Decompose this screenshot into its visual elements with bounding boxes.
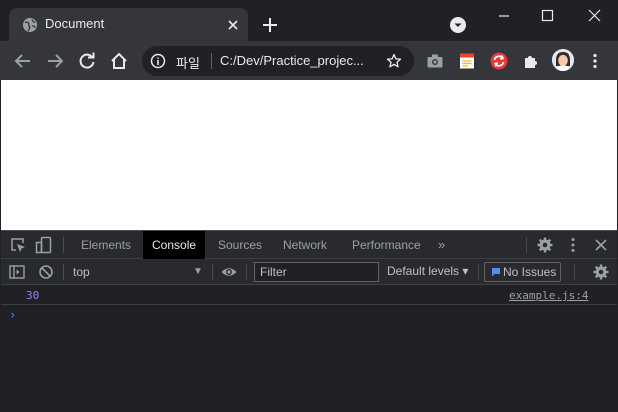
devtools-tab-bar: Elements Console Sources Network Perform… [1, 231, 617, 259]
address-bar[interactable]: 파일 C:/Dev/Practice_projec... [142, 46, 414, 76]
tab-divider [63, 237, 64, 253]
window-close-icon[interactable] [579, 4, 609, 26]
sidebar-toggle-icon[interactable] [8, 263, 26, 281]
more-tabs-button[interactable]: » [438, 237, 445, 252]
tab-divider [526, 237, 527, 253]
context-value: top [73, 265, 90, 279]
browser-window: Document 파일 C:/Dev/Practice_projec... El… [0, 0, 618, 412]
sync-extension-icon[interactable] [490, 52, 508, 70]
device-toolbar-icon[interactable] [35, 236, 53, 254]
toolbar-divider [246, 264, 247, 280]
plus-icon[interactable] [260, 15, 280, 35]
clear-console-icon[interactable] [37, 263, 55, 281]
tab-console[interactable]: Console [143, 231, 206, 259]
context-selector[interactable]: top ▼ [67, 263, 207, 281]
url-text[interactable]: C:/Dev/Practice_projec... [220, 53, 378, 68]
address-divider [211, 53, 212, 69]
console-prompt[interactable]: › [1, 305, 617, 327]
issues-button[interactable]: No Issues [484, 262, 561, 282]
console-log-row: 30 example.js:4 [1, 285, 617, 305]
devtools-panel: Elements Console Sources Network Perform… [1, 230, 617, 412]
issues-label: No Issues [503, 265, 557, 279]
tab-performance[interactable]: Performance [343, 231, 430, 259]
tab-title: Document [45, 16, 105, 31]
avatar[interactable] [552, 49, 574, 71]
note-icon[interactable] [458, 52, 476, 70]
log-levels-dropdown[interactable]: Default levels ▾ [387, 264, 468, 278]
maximize-icon[interactable] [532, 4, 562, 26]
minimize-icon[interactable] [489, 4, 519, 26]
browser-toolbar: 파일 C:/Dev/Practice_projec... [0, 41, 618, 80]
tab-elements[interactable]: Elements [72, 231, 140, 259]
scheme-label: 파일 [176, 56, 200, 71]
console-settings-icon[interactable] [592, 263, 610, 281]
reload-icon[interactable] [77, 51, 97, 71]
info-icon[interactable] [150, 53, 166, 69]
toolbar-divider [212, 264, 213, 280]
star-icon[interactable] [386, 53, 402, 69]
console-output[interactable]: 30 example.js:4 › [1, 285, 617, 412]
close-icon[interactable] [225, 17, 241, 33]
arrow-right-icon[interactable] [45, 51, 65, 71]
tab-network[interactable]: Network [274, 231, 336, 259]
more-options-icon[interactable] [564, 236, 582, 254]
settings-icon[interactable] [536, 236, 554, 254]
page-viewport[interactable] [1, 80, 617, 230]
prompt-caret-icon: › [9, 308, 17, 322]
toolbar-divider [63, 264, 64, 280]
log-value: 30 [26, 289, 40, 302]
camera-icon[interactable] [426, 52, 444, 70]
globe-icon [23, 18, 37, 32]
eye-icon[interactable] [220, 263, 238, 281]
arrow-left-icon[interactable] [13, 51, 33, 71]
console-toolbar: top ▼ Default levels ▾ No Issues [1, 259, 617, 285]
log-source-link[interactable]: example.js:4 [509, 289, 588, 302]
menu-icon[interactable] [586, 52, 604, 70]
close-devtools-icon[interactable] [592, 236, 610, 254]
tab-strip: Document [0, 0, 618, 41]
caret-down-icon: ▼ [193, 266, 203, 277]
toolbar-divider [574, 264, 575, 280]
home-icon[interactable] [109, 51, 129, 71]
filter-input[interactable] [254, 262, 379, 282]
issue-flag-icon [492, 268, 500, 276]
tab-document[interactable]: Document [9, 8, 248, 41]
inspect-element-icon[interactable] [9, 236, 27, 254]
tab-search-icon[interactable] [449, 16, 467, 34]
toolbar-divider [478, 264, 479, 280]
tab-sources[interactable]: Sources [209, 231, 271, 259]
profile-picture-icon [552, 49, 574, 71]
puzzle-icon[interactable] [522, 52, 540, 70]
